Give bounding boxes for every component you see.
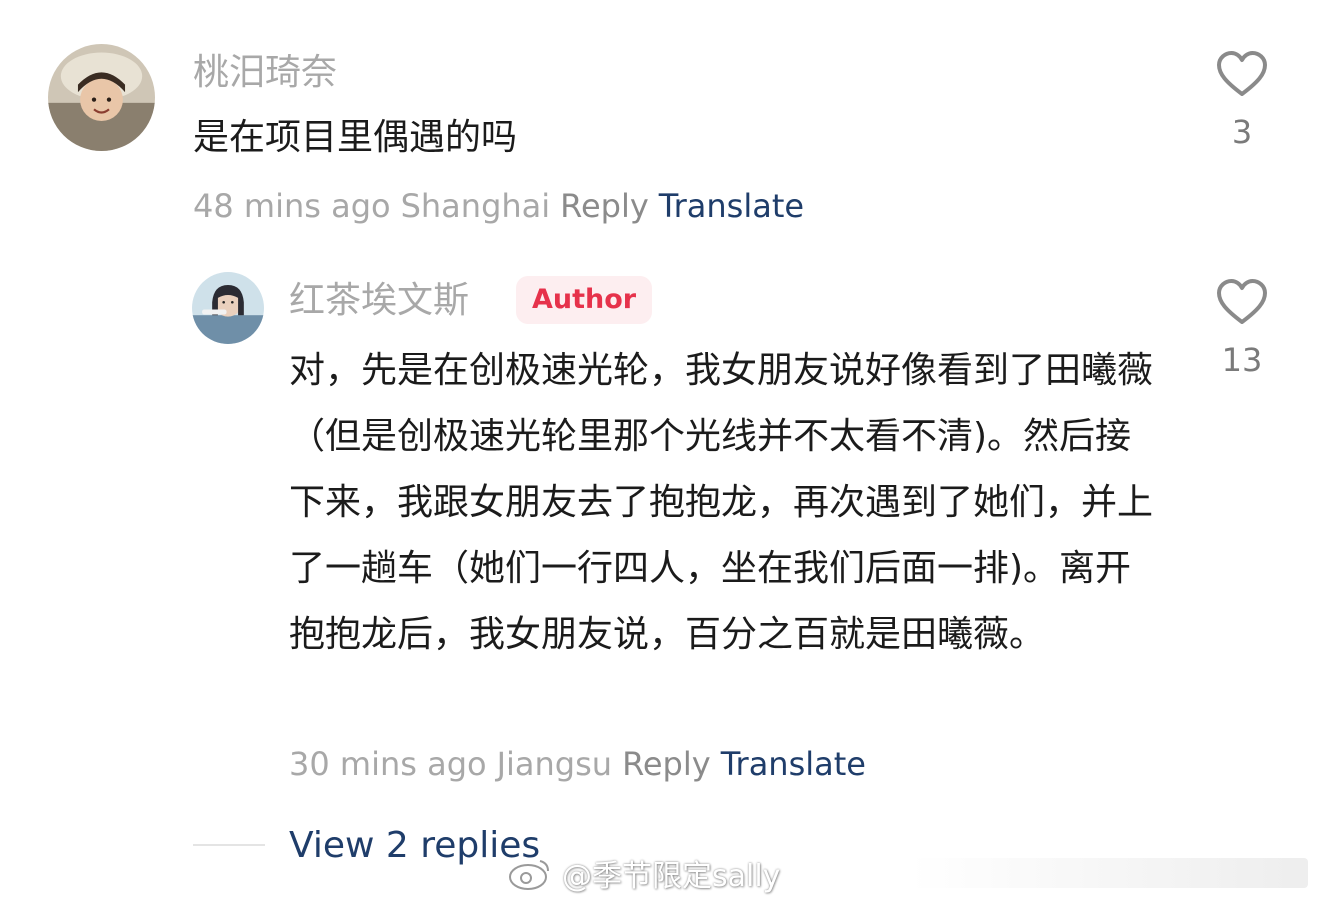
comment-thread: 桃汨琦奈 是在项目里偶遇的吗 48 mins ago Shanghai Reply T… [0, 0, 1320, 904]
comment-text: 是在项目里偶遇的吗 [193, 117, 518, 158]
comment-meta: 48 mins ago Shanghai Reply Translate [193, 190, 804, 222]
heart-icon[interactable] [1204, 50, 1280, 98]
comment-time: 48 mins ago [193, 187, 391, 225]
like-button[interactable]: 13 [1204, 278, 1280, 376]
like-count: 13 [1221, 341, 1263, 379]
avatar[interactable] [192, 272, 264, 344]
watermark-fade [910, 858, 1308, 888]
avatar[interactable] [48, 44, 155, 151]
translate-button[interactable]: Translate [659, 187, 804, 225]
watermark-text: @季节限定sally [562, 859, 781, 894]
username[interactable]: 桃汨琦奈 [193, 55, 337, 91]
view-replies-button[interactable]: View 2 replies [289, 828, 540, 864]
reply-button[interactable]: Reply [560, 187, 649, 225]
watermark: @季节限定sally [508, 852, 1308, 894]
reply-button[interactable]: Reply [622, 745, 711, 783]
like-button[interactable]: 3 [1204, 50, 1280, 148]
like-count: 3 [1231, 113, 1253, 151]
divider [193, 844, 265, 846]
comment-location: Jiangsu [496, 745, 613, 783]
comment-text: 对，先是在创极速光轮，我女朋友说好像看到了田曦薇（但是创极速光轮里那个光线并不太… [289, 350, 1154, 655]
comment-time: 30 mins ago [289, 745, 487, 783]
comment-location: Shanghai [400, 187, 551, 225]
comment-meta: 30 mins ago Jiangsu Reply Translate [289, 748, 866, 780]
translate-button[interactable]: Translate [721, 745, 866, 783]
weibo-logo-icon [508, 855, 552, 891]
heart-icon[interactable] [1204, 278, 1280, 326]
author-badge: Author [516, 276, 653, 324]
username[interactable]: 红茶埃文斯 [289, 283, 469, 319]
